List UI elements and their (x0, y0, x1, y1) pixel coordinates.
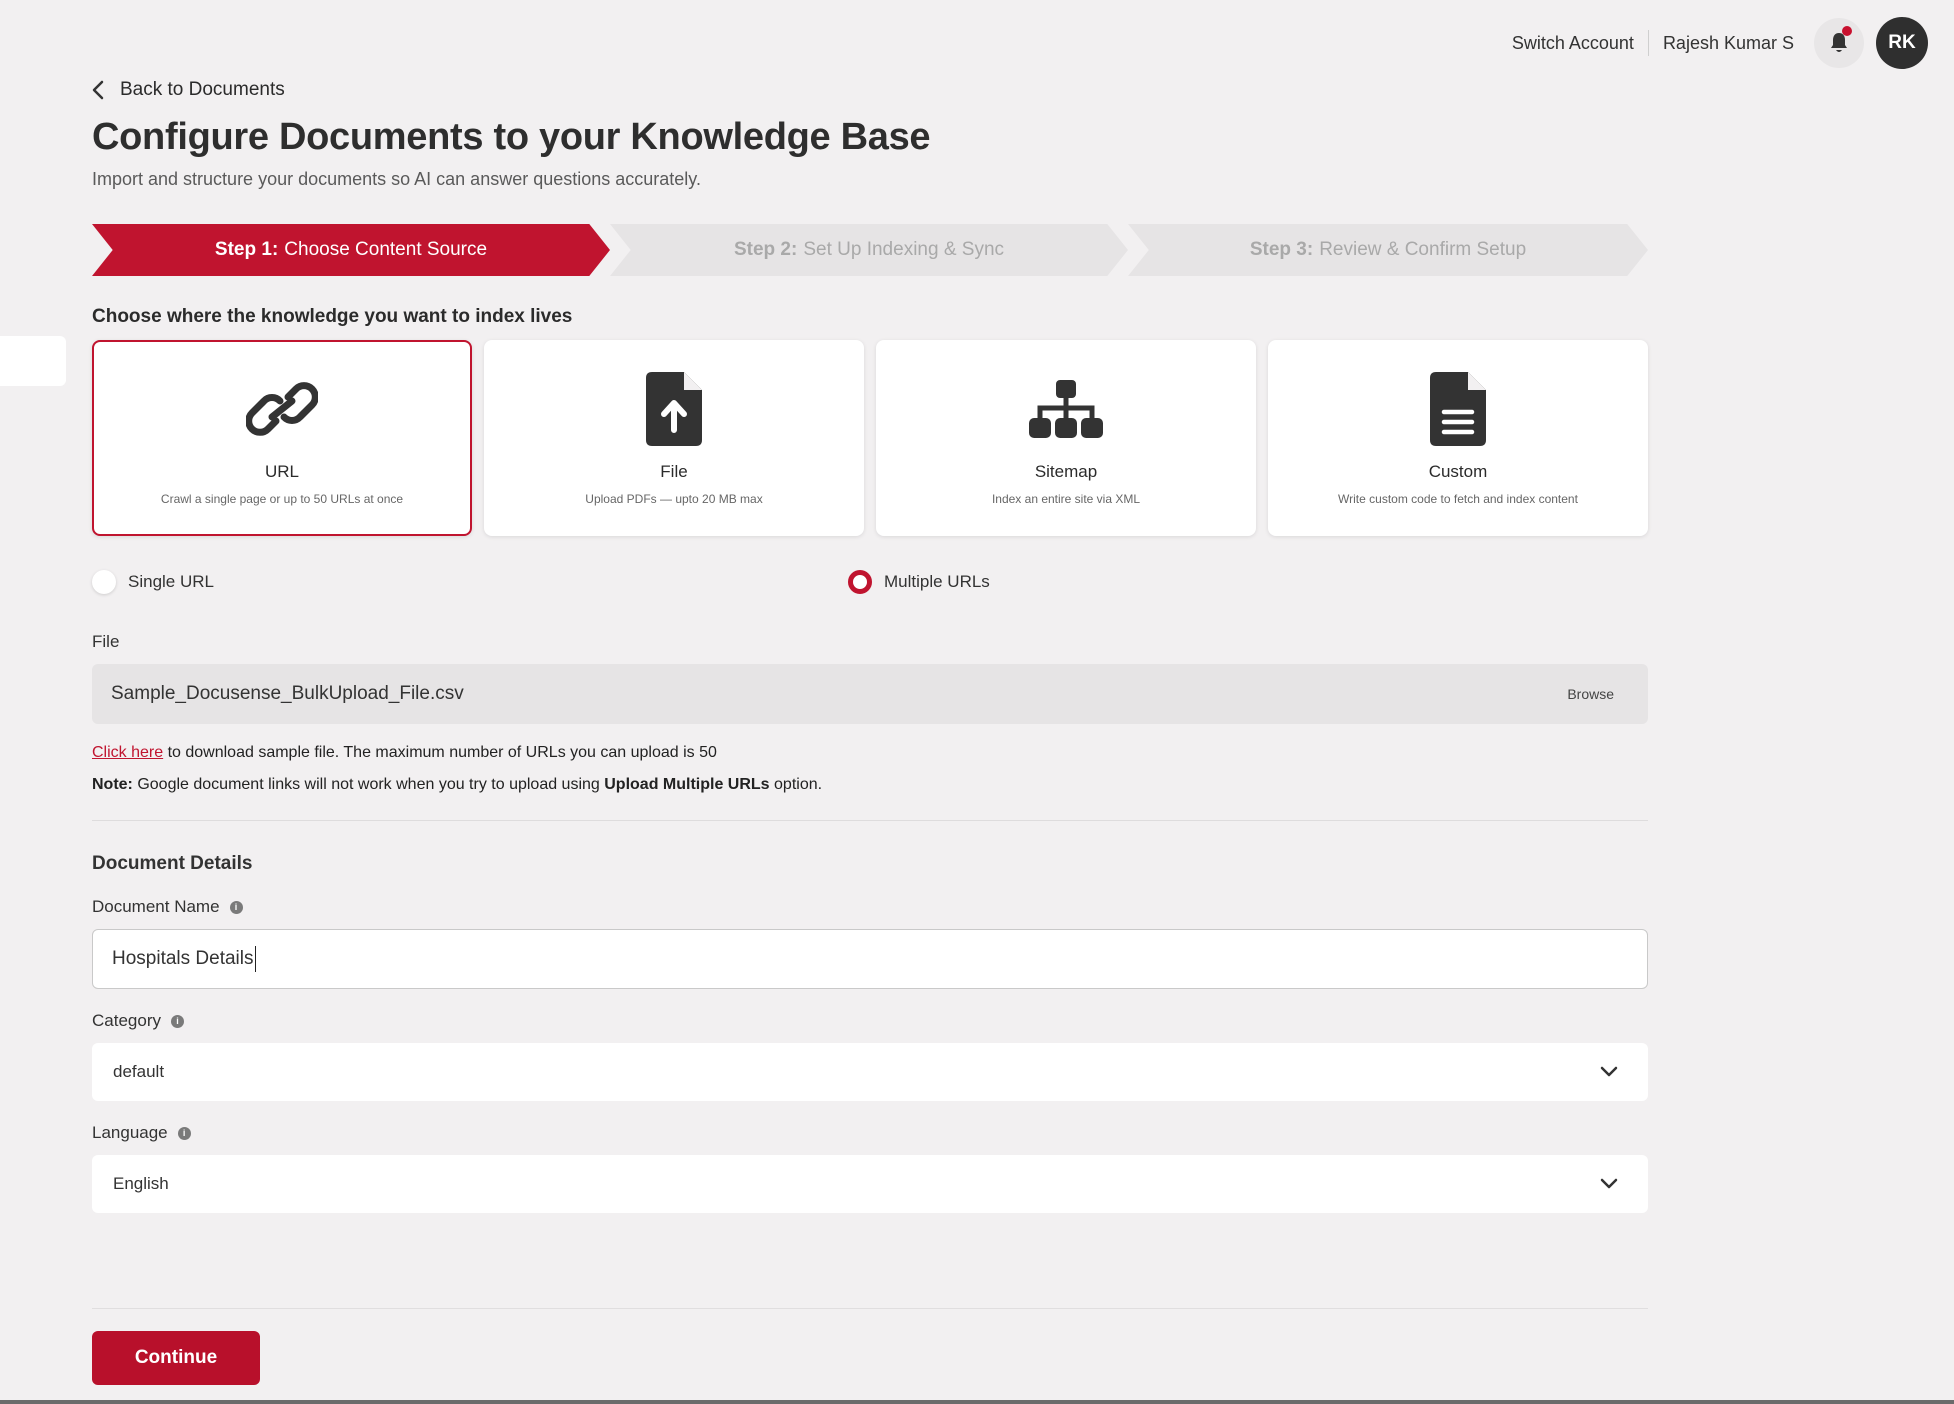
source-heading: Choose where the knowledge you want to i… (92, 306, 573, 327)
footer-divider (92, 1308, 1648, 1309)
category-label-text: Category (92, 1011, 161, 1030)
note-text: Google document links will not work when… (132, 776, 605, 793)
file-label: File (92, 632, 1648, 652)
chevron-down-icon (1600, 1178, 1618, 1189)
source-card-custom[interactable]: Custom Write custom code to fetch and in… (1268, 340, 1648, 536)
chevron-left-icon (92, 80, 104, 100)
download-sample-link[interactable]: Click here (92, 744, 163, 761)
step-prefix: Step 3: (1249, 239, 1314, 260)
section-divider (92, 820, 1648, 821)
document-name-label: Document Name i (92, 897, 1648, 917)
file-name: Sample_Docusense_BulkUpload_File.csv (111, 683, 464, 704)
radio-indicator[interactable] (848, 570, 872, 594)
category-label: Category i (92, 1011, 1648, 1031)
sitemap-icon (1029, 380, 1103, 438)
document-name-label-text: Document Name (92, 897, 220, 916)
source-card-file[interactable]: File Upload PDFs — upto 20 MB max (484, 340, 864, 536)
radio-single-url[interactable]: Single URL (92, 570, 214, 594)
text-caret (254, 946, 256, 972)
language-label: Language i (92, 1123, 1648, 1143)
card-title: File (660, 462, 688, 481)
side-panel-tab[interactable] (0, 336, 66, 386)
continue-button[interactable]: Continue (92, 1331, 260, 1385)
page-title: Configure Documents to your Knowledge Ba… (92, 116, 931, 158)
language-select[interactable]: English (92, 1155, 1648, 1213)
language-value: English (113, 1174, 169, 1193)
document-icon (1430, 372, 1486, 446)
step-review-confirm[interactable]: Step 3: Review & Confirm Setup (1128, 224, 1648, 276)
step-set-up-indexing[interactable]: Step 2: Set Up Indexing & Sync (610, 224, 1128, 276)
note-prefix: Note: (92, 776, 133, 793)
step-prefix: Step 2: (733, 239, 798, 260)
info-icon[interactable]: i (229, 900, 243, 914)
info-icon[interactable]: i (170, 1014, 184, 1028)
sample-file-hint: Click here to download sample file. The … (92, 744, 1648, 762)
source-cards: URL Crawl a single page or up to 50 URLs… (92, 340, 1648, 536)
file-label-text: File (92, 632, 120, 651)
card-description: Index an entire site via XML (991, 492, 1141, 506)
chevron-down-icon (1600, 1066, 1618, 1077)
notification-badge (1842, 26, 1852, 36)
step-label: Choose Content Source (284, 239, 488, 260)
top-bar: Switch Account Rajesh Kumar S RK (1498, 16, 1928, 70)
page-subtitle: Import and structure your documents so A… (92, 169, 701, 189)
step-label: Set Up Indexing & Sync (803, 239, 1005, 260)
radio-label: Single URL (128, 572, 214, 591)
user-name[interactable]: Rajesh Kumar S (1649, 33, 1808, 54)
source-card-sitemap[interactable]: Sitemap Index an entire site via XML (876, 340, 1256, 536)
note-suffix: option. (769, 776, 823, 793)
bottom-edge-bar (0, 1400, 1954, 1404)
info-icon[interactable]: i (177, 1126, 191, 1140)
radio-multiple-urls[interactable]: Multiple URLs (848, 570, 990, 594)
step-prefix: Step 1: (214, 239, 279, 260)
switch-account-link[interactable]: Switch Account (1498, 33, 1648, 54)
back-to-documents-link[interactable]: Back to Documents (92, 70, 1648, 110)
radio-label: Multiple URLs (884, 572, 990, 591)
step-label: Review & Confirm Setup (1319, 239, 1527, 260)
document-details-heading: Document Details (92, 853, 253, 874)
main-content: Back to Documents Configure Documents to… (92, 70, 1648, 1213)
stepper: Step 1: Choose Content Source Step 2: Se… (92, 224, 1648, 276)
document-name-input[interactable]: Hospitals Details (92, 929, 1648, 989)
link-icon (246, 382, 318, 436)
url-mode-radio-group: Single URL Multiple URLs (92, 570, 1648, 610)
category-select[interactable]: default (92, 1043, 1648, 1101)
hint-text: to download sample file. The maximum num… (163, 744, 717, 761)
card-description: Upload PDFs — upto 20 MB max (585, 492, 763, 506)
radio-indicator[interactable] (92, 570, 116, 594)
note-bold: Upload Multiple URLs (604, 776, 770, 793)
card-title: URL (264, 462, 299, 481)
language-label-text: Language (92, 1123, 168, 1142)
file-upload-icon (646, 372, 702, 446)
card-title: Custom (1428, 462, 1488, 481)
avatar[interactable]: RK (1876, 17, 1928, 69)
card-title: Sitemap (1034, 462, 1098, 481)
source-card-url[interactable]: URL Crawl a single page or up to 50 URLs… (92, 340, 472, 536)
back-link-label: Back to Documents (120, 79, 285, 100)
document-name-value: Hospitals Details (112, 948, 254, 969)
step-choose-content-source[interactable]: Step 1: Choose Content Source (92, 224, 610, 276)
upload-note: Note: Google document links will not wor… (92, 776, 1648, 794)
category-value: default (113, 1062, 165, 1081)
card-description: Crawl a single page or up to 50 URLs at … (160, 492, 404, 506)
file-upload-field[interactable]: Sample_Docusense_BulkUpload_File.csv Bro… (92, 664, 1648, 724)
card-description: Write custom code to fetch and index con… (1338, 492, 1578, 506)
browse-button[interactable]: Browse (1567, 686, 1614, 702)
notifications-button[interactable] (1814, 18, 1864, 68)
